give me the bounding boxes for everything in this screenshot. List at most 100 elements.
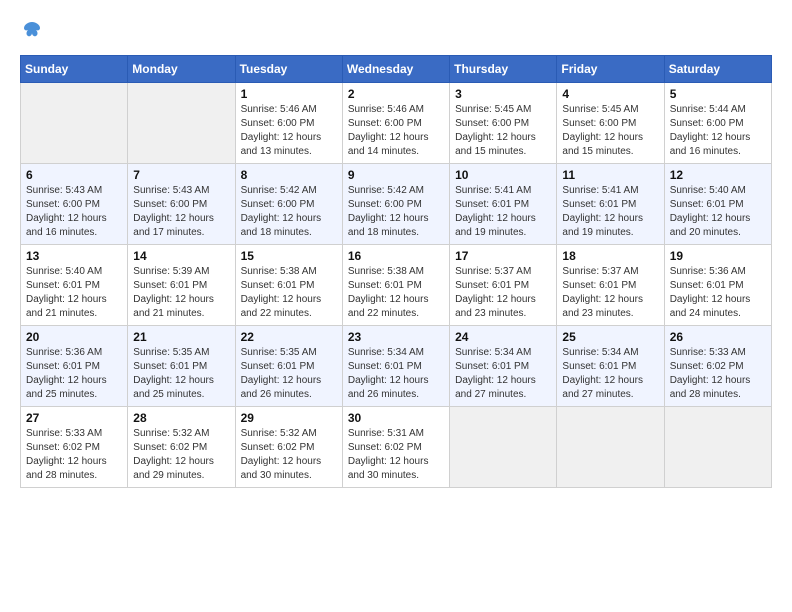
calendar-day-cell: 23Sunrise: 5:34 AM Sunset: 6:01 PM Dayli… bbox=[342, 326, 449, 407]
day-number: 2 bbox=[348, 87, 444, 101]
day-info: Sunrise: 5:39 AM Sunset: 6:01 PM Dayligh… bbox=[133, 265, 229, 321]
day-number: 9 bbox=[348, 168, 444, 182]
day-info: Sunrise: 5:33 AM Sunset: 6:02 PM Dayligh… bbox=[670, 346, 766, 402]
weekday-header: Monday bbox=[128, 56, 235, 83]
day-info: Sunrise: 5:46 AM Sunset: 6:00 PM Dayligh… bbox=[348, 103, 444, 159]
calendar-day-cell: 18Sunrise: 5:37 AM Sunset: 6:01 PM Dayli… bbox=[557, 245, 664, 326]
calendar-day-cell: 2 Sunrise: 5:46 AM Sunset: 6:00 PM Daylig… bbox=[342, 83, 449, 164]
calendar-day-cell bbox=[128, 83, 235, 164]
day-info: Sunrise: 5:42 AM Sunset: 6:00 PM Dayligh… bbox=[348, 184, 444, 240]
day-info: Sunrise: 5:38 AM Sunset: 6:01 PM Dayligh… bbox=[348, 265, 444, 321]
calendar-day-cell: 15 Sunrise: 5:38 AM Sunset: 6:01 PM Dayli… bbox=[235, 245, 342, 326]
calendar-day-cell: 13Sunrise: 5:40 AM Sunset: 6:01 PM Dayli… bbox=[21, 245, 128, 326]
calendar-day-cell: 14 Sunrise: 5:39 AM Sunset: 6:01 PM Dayli… bbox=[128, 245, 235, 326]
calendar-week-row: 1 Sunrise: 5:46 AM Sunset: 6:00 PM Daylig… bbox=[21, 83, 772, 164]
day-number: 14 bbox=[133, 249, 229, 263]
day-number: 17 bbox=[455, 249, 551, 263]
calendar-week-row: 13Sunrise: 5:40 AM Sunset: 6:01 PM Dayli… bbox=[21, 245, 772, 326]
page-header bbox=[20, 20, 772, 45]
day-info: Sunrise: 5:35 AM Sunset: 6:01 PM Dayligh… bbox=[133, 346, 229, 402]
day-number: 20 bbox=[26, 330, 122, 344]
calendar-day-cell: 27 Sunrise: 5:33 AM Sunset: 6:02 PM Dayli… bbox=[21, 407, 128, 488]
day-info: Sunrise: 5:43 AM Sunset: 6:00 PM Dayligh… bbox=[26, 184, 122, 240]
calendar-day-cell: 1 Sunrise: 5:46 AM Sunset: 6:00 PM Daylig… bbox=[235, 83, 342, 164]
calendar-day-cell: 3 Sunrise: 5:45 AM Sunset: 6:00 PM Daylig… bbox=[450, 83, 557, 164]
calendar-day-cell bbox=[21, 83, 128, 164]
day-info: Sunrise: 5:42 AM Sunset: 6:00 PM Dayligh… bbox=[241, 184, 337, 240]
day-number: 7 bbox=[133, 168, 229, 182]
day-number: 23 bbox=[348, 330, 444, 344]
day-number: 6 bbox=[26, 168, 122, 182]
day-info: Sunrise: 5:36 AM Sunset: 6:01 PM Dayligh… bbox=[670, 265, 766, 321]
day-info: Sunrise: 5:41 AM Sunset: 6:01 PM Dayligh… bbox=[562, 184, 658, 240]
calendar-day-cell: 29Sunrise: 5:32 AM Sunset: 6:02 PM Dayli… bbox=[235, 407, 342, 488]
day-number: 21 bbox=[133, 330, 229, 344]
day-number: 16 bbox=[348, 249, 444, 263]
day-number: 22 bbox=[241, 330, 337, 344]
day-number: 26 bbox=[670, 330, 766, 344]
logo-text bbox=[20, 20, 42, 45]
weekday-header: Thursday bbox=[450, 56, 557, 83]
weekday-header: Friday bbox=[557, 56, 664, 83]
calendar-day-cell: 17 Sunrise: 5:37 AM Sunset: 6:01 PM Dayli… bbox=[450, 245, 557, 326]
calendar-day-cell: 28Sunrise: 5:32 AM Sunset: 6:02 PM Dayli… bbox=[128, 407, 235, 488]
day-number: 5 bbox=[670, 87, 766, 101]
calendar-day-cell: 8 Sunrise: 5:42 AM Sunset: 6:00 PM Daylig… bbox=[235, 164, 342, 245]
calendar-day-cell: 24 Sunrise: 5:34 AM Sunset: 6:01 PM Dayli… bbox=[450, 326, 557, 407]
day-info: Sunrise: 5:38 AM Sunset: 6:01 PM Dayligh… bbox=[241, 265, 337, 321]
day-number: 25 bbox=[562, 330, 658, 344]
calendar-header-row: SundayMondayTuesdayWednesdayThursdayFrid… bbox=[21, 56, 772, 83]
calendar-day-cell: 26 Sunrise: 5:33 AM Sunset: 6:02 PM Dayli… bbox=[664, 326, 771, 407]
day-number: 28 bbox=[133, 411, 229, 425]
day-number: 8 bbox=[241, 168, 337, 182]
calendar-day-cell: 19 Sunrise: 5:36 AM Sunset: 6:01 PM Dayli… bbox=[664, 245, 771, 326]
day-info: Sunrise: 5:37 AM Sunset: 6:01 PM Dayligh… bbox=[455, 265, 551, 321]
day-number: 29 bbox=[241, 411, 337, 425]
day-info: Sunrise: 5:45 AM Sunset: 6:00 PM Dayligh… bbox=[455, 103, 551, 159]
weekday-header: Tuesday bbox=[235, 56, 342, 83]
weekday-header: Saturday bbox=[664, 56, 771, 83]
day-info: Sunrise: 5:44 AM Sunset: 6:00 PM Dayligh… bbox=[670, 103, 766, 159]
day-number: 30 bbox=[348, 411, 444, 425]
weekday-header: Sunday bbox=[21, 56, 128, 83]
day-number: 27 bbox=[26, 411, 122, 425]
day-number: 19 bbox=[670, 249, 766, 263]
calendar-day-cell bbox=[664, 407, 771, 488]
weekday-header: Wednesday bbox=[342, 56, 449, 83]
calendar-day-cell: 12 Sunrise: 5:40 AM Sunset: 6:01 PM Dayli… bbox=[664, 164, 771, 245]
day-info: Sunrise: 5:43 AM Sunset: 6:00 PM Dayligh… bbox=[133, 184, 229, 240]
calendar-day-cell: 21 Sunrise: 5:35 AM Sunset: 6:01 PM Dayli… bbox=[128, 326, 235, 407]
day-number: 3 bbox=[455, 87, 551, 101]
calendar-day-cell: 25Sunrise: 5:34 AM Sunset: 6:01 PM Dayli… bbox=[557, 326, 664, 407]
day-info: Sunrise: 5:35 AM Sunset: 6:01 PM Dayligh… bbox=[241, 346, 337, 402]
day-info: Sunrise: 5:36 AM Sunset: 6:01 PM Dayligh… bbox=[26, 346, 122, 402]
day-number: 1 bbox=[241, 87, 337, 101]
calendar-day-cell: 10 Sunrise: 5:41 AM Sunset: 6:01 PM Dayli… bbox=[450, 164, 557, 245]
day-info: Sunrise: 5:46 AM Sunset: 6:00 PM Dayligh… bbox=[241, 103, 337, 159]
calendar-day-cell bbox=[557, 407, 664, 488]
day-number: 15 bbox=[241, 249, 337, 263]
calendar-day-cell: 11 Sunrise: 5:41 AM Sunset: 6:01 PM Dayli… bbox=[557, 164, 664, 245]
calendar-week-row: 20 Sunrise: 5:36 AM Sunset: 6:01 PM Dayli… bbox=[21, 326, 772, 407]
day-info: Sunrise: 5:34 AM Sunset: 6:01 PM Dayligh… bbox=[455, 346, 551, 402]
day-info: Sunrise: 5:41 AM Sunset: 6:01 PM Dayligh… bbox=[455, 184, 551, 240]
day-info: Sunrise: 5:40 AM Sunset: 6:01 PM Dayligh… bbox=[26, 265, 122, 321]
calendar-day-cell: 4Sunrise: 5:45 AM Sunset: 6:00 PM Daylig… bbox=[557, 83, 664, 164]
calendar-day-cell: 5 Sunrise: 5:44 AM Sunset: 6:00 PM Daylig… bbox=[664, 83, 771, 164]
calendar-table: SundayMondayTuesdayWednesdayThursdayFrid… bbox=[20, 55, 772, 488]
day-info: Sunrise: 5:31 AM Sunset: 6:02 PM Dayligh… bbox=[348, 427, 444, 483]
calendar-week-row: 27 Sunrise: 5:33 AM Sunset: 6:02 PM Dayli… bbox=[21, 407, 772, 488]
day-number: 10 bbox=[455, 168, 551, 182]
day-number: 24 bbox=[455, 330, 551, 344]
logo bbox=[20, 20, 42, 45]
logo-bird-icon bbox=[22, 20, 42, 40]
day-info: Sunrise: 5:40 AM Sunset: 6:01 PM Dayligh… bbox=[670, 184, 766, 240]
day-info: Sunrise: 5:33 AM Sunset: 6:02 PM Dayligh… bbox=[26, 427, 122, 483]
calendar-day-cell: 6 Sunrise: 5:43 AM Sunset: 6:00 PM Daylig… bbox=[21, 164, 128, 245]
day-number: 18 bbox=[562, 249, 658, 263]
day-number: 11 bbox=[562, 168, 658, 182]
calendar-day-cell: 7 Sunrise: 5:43 AM Sunset: 6:00 PM Daylig… bbox=[128, 164, 235, 245]
calendar-day-cell bbox=[450, 407, 557, 488]
calendar-week-row: 6 Sunrise: 5:43 AM Sunset: 6:00 PM Daylig… bbox=[21, 164, 772, 245]
day-number: 12 bbox=[670, 168, 766, 182]
